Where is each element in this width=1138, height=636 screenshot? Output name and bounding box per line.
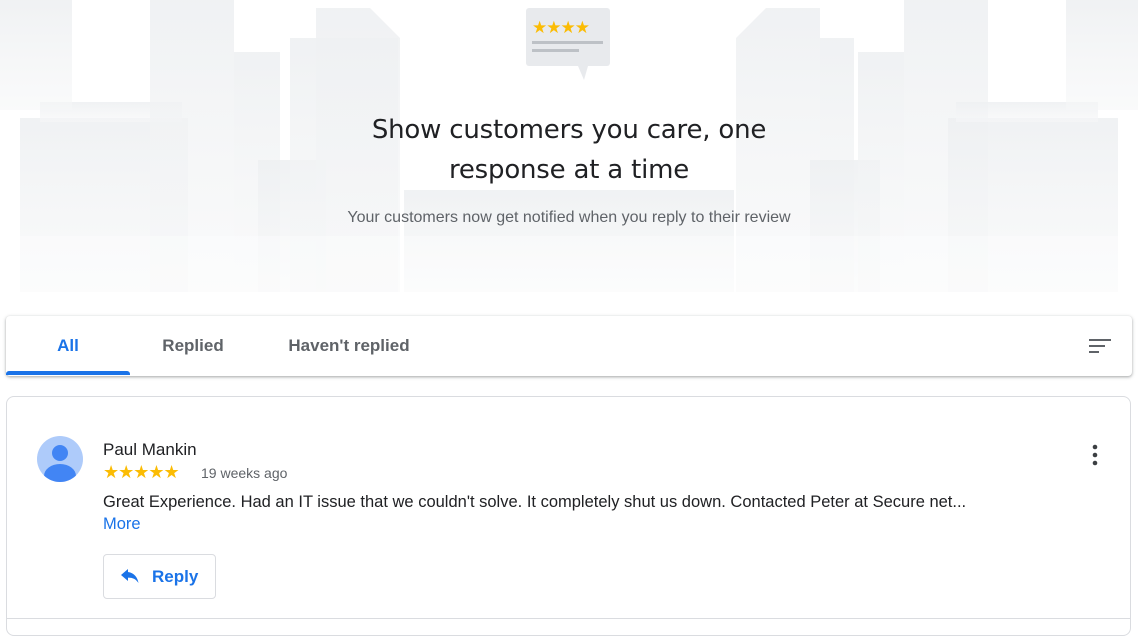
hero-title: Show customers you care, one response at… bbox=[269, 110, 869, 190]
hero-title-line2: response at a time bbox=[448, 155, 690, 185]
review-divider bbox=[6, 618, 1130, 619]
hero-title-line1: Show customers you care, one bbox=[371, 115, 767, 145]
tab-replied[interactable]: Replied bbox=[136, 316, 250, 376]
reply-label: Reply bbox=[152, 566, 199, 586]
svg-text:★★★★: ★★★★ bbox=[532, 18, 590, 38]
review-card-illustration-icon: ★★★★ bbox=[526, 8, 610, 80]
review-menu-button[interactable] bbox=[1083, 441, 1107, 469]
hero-subtitle: Your customers now get notified when you… bbox=[347, 209, 791, 226]
tab-havent-replied[interactable]: Haven't replied bbox=[270, 316, 428, 376]
more-vert-icon bbox=[1092, 444, 1098, 466]
reviewer-name[interactable]: Paul Mankin bbox=[103, 439, 197, 461]
reply-button[interactable]: Reply bbox=[103, 554, 216, 599]
tab-label: Replied bbox=[162, 336, 224, 355]
hero-banner: ★★★★ Show customers you care, one respon… bbox=[0, 0, 1138, 292]
reply-arrow-icon bbox=[121, 568, 139, 583]
tab-all[interactable]: All bbox=[6, 316, 130, 376]
star-rating: ★★★★★ bbox=[103, 461, 180, 482]
tab-label: All bbox=[57, 336, 79, 355]
review-card: Paul Mankin ★★★★★ 19 weeks ago Great Exp… bbox=[6, 396, 1131, 636]
review-filter-tabs: All Replied Haven't replied bbox=[6, 316, 1132, 376]
sort-button[interactable] bbox=[1084, 330, 1116, 362]
avatar[interactable] bbox=[37, 436, 83, 482]
person-icon bbox=[44, 445, 76, 482]
active-tab-indicator bbox=[6, 371, 130, 375]
review-body: Great Experience. Had an IT issue that w… bbox=[103, 493, 967, 511]
review-text: Great Experience. Had an IT issue that w… bbox=[103, 491, 983, 535]
sort-icon bbox=[1089, 339, 1111, 353]
review-time: 19 weeks ago bbox=[201, 465, 288, 481]
more-link[interactable]: More bbox=[103, 515, 141, 533]
tab-label: Haven't replied bbox=[288, 336, 410, 355]
